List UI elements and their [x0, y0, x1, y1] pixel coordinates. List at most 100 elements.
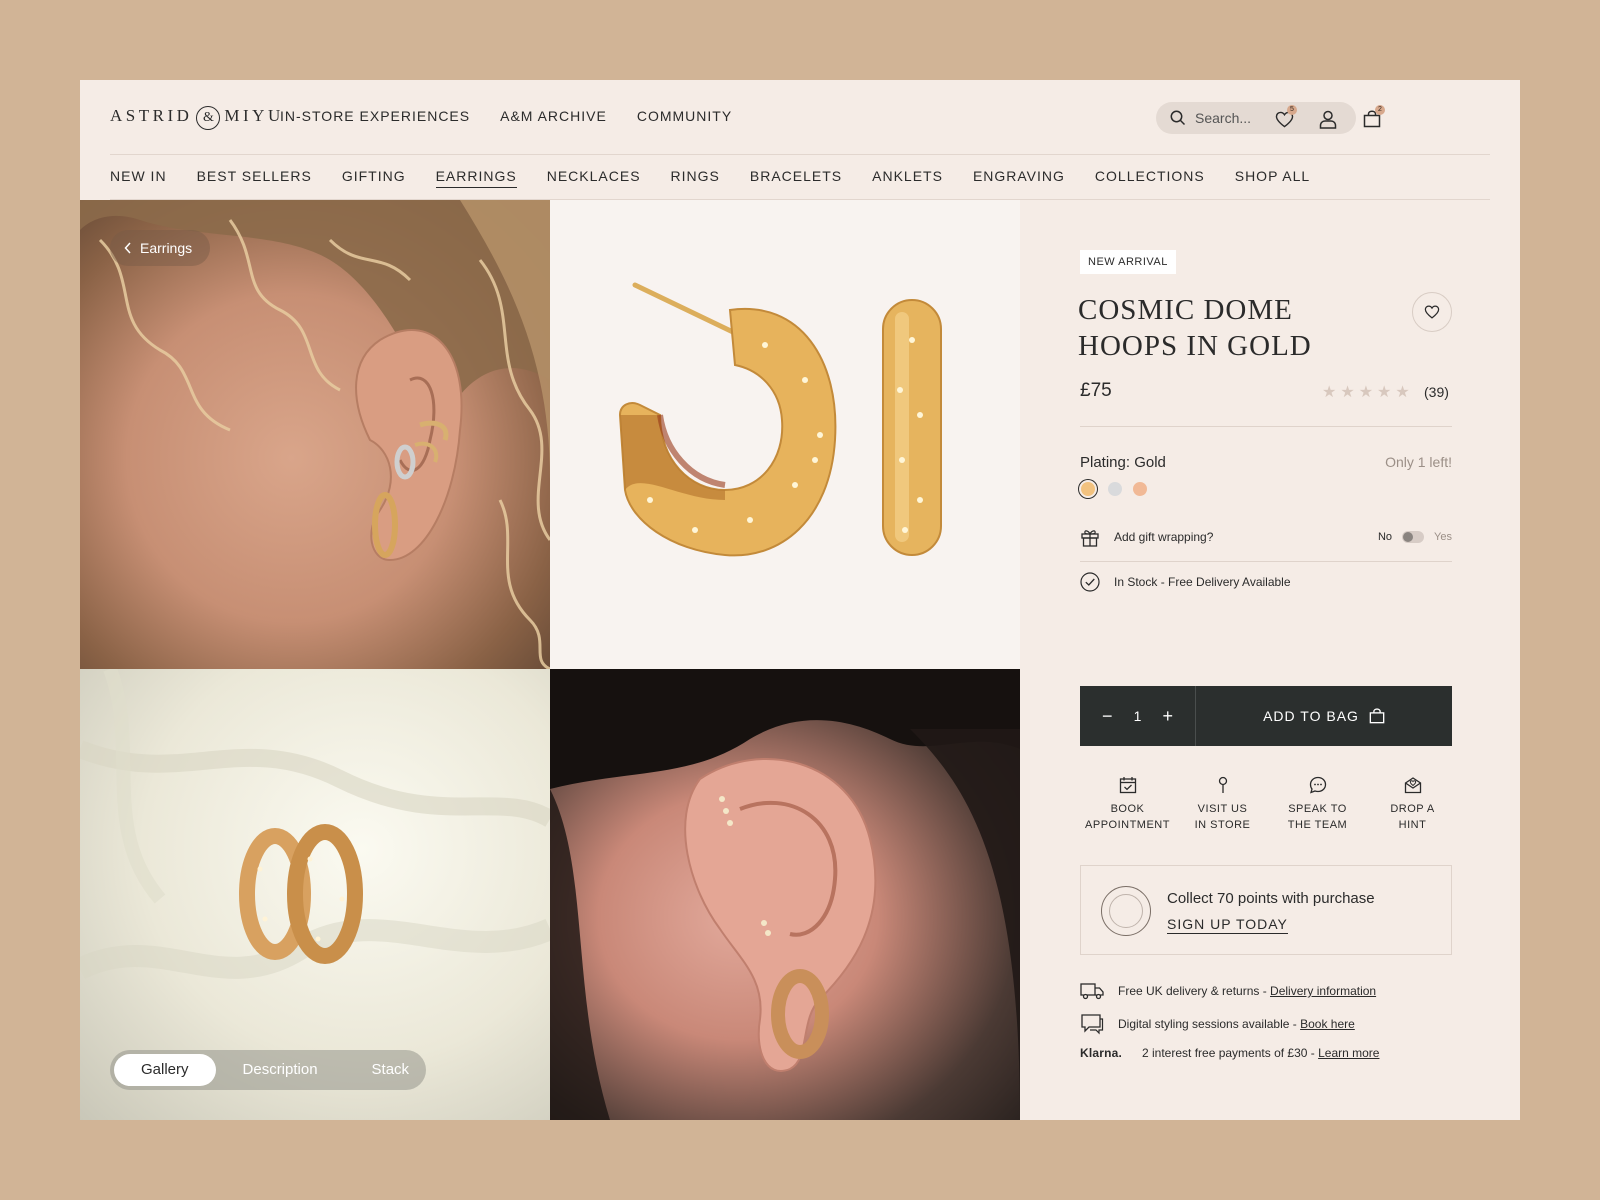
- quantity-stepper: − 1 +: [1080, 686, 1196, 746]
- logo-right: MIYU: [224, 106, 284, 125]
- add-to-wishlist-button[interactable]: [1412, 292, 1452, 332]
- swatch-rose-gold[interactable]: [1133, 482, 1147, 496]
- shopping-bag-icon: [1369, 708, 1385, 724]
- cat-rings[interactable]: RINGS: [671, 168, 720, 188]
- logo-left: ASTRID: [110, 106, 193, 125]
- top-nav-archive[interactable]: A&M ARCHIVE: [500, 108, 607, 124]
- location-pin-icon: [1218, 776, 1227, 793]
- chat-icon: [1309, 776, 1326, 794]
- truck-icon: [1080, 983, 1104, 1000]
- quantity-value: 1: [1133, 708, 1142, 724]
- cat-engraving[interactable]: ENGRAVING: [973, 168, 1065, 188]
- product-panel: NEW ARRIVAL COSMIC DOME HOOPS IN GOLD £7…: [1020, 200, 1520, 1120]
- page: ASTRID & MIYU IN-STORE EXPERIENCES A&M A…: [80, 80, 1520, 1120]
- price-divider: [1080, 426, 1452, 427]
- star-icon: ★: [1322, 384, 1337, 401]
- stock-status-text: In Stock - Free Delivery Available: [1114, 575, 1291, 589]
- add-to-bag-button[interactable]: ADD TO BAG: [1196, 686, 1452, 746]
- cat-bracelets[interactable]: BRACELETS: [750, 168, 842, 188]
- cat-shop-all[interactable]: SHOP ALL: [1235, 168, 1310, 188]
- cat-new-in[interactable]: NEW IN: [110, 168, 167, 188]
- tab-gallery[interactable]: Gallery: [114, 1054, 216, 1086]
- back-to-earrings-link[interactable]: Earrings: [110, 230, 211, 266]
- rating-stars[interactable]: ★ ★ ★ ★ ★: [1322, 382, 1410, 402]
- action-label-2: HINT: [1398, 819, 1427, 831]
- stock-status-row: In Stock - Free Delivery Available: [1080, 572, 1291, 592]
- cat-collections[interactable]: COLLECTIONS: [1095, 168, 1205, 188]
- learn-more-link[interactable]: Learn more: [1318, 1046, 1379, 1060]
- increase-quantity-button[interactable]: +: [1162, 707, 1173, 725]
- tab-stack[interactable]: Stack: [345, 1054, 437, 1086]
- wishlist-count-badge: 5: [1287, 105, 1297, 115]
- chat-bubbles-icon: [1081, 1014, 1104, 1035]
- account-button[interactable]: [1316, 107, 1340, 131]
- star-icon: ★: [1377, 384, 1392, 401]
- cat-necklaces[interactable]: NECKLACES: [547, 168, 641, 188]
- product-title: COSMIC DOME HOOPS IN GOLD: [1078, 294, 1312, 362]
- decrease-quantity-button[interactable]: −: [1102, 707, 1113, 725]
- logo-ampersand: &: [196, 106, 221, 130]
- action-label-2: THE TEAM: [1287, 819, 1348, 831]
- search-input[interactable]: [1195, 110, 1335, 126]
- cat-best-sellers[interactable]: BEST SELLERS: [197, 168, 312, 188]
- header-divider: [110, 154, 1490, 155]
- gift-wrap-row: Add gift wrapping? No Yes: [1080, 520, 1452, 554]
- drop-a-hint-button[interactable]: DROP A HINT: [1365, 775, 1460, 833]
- gallery-photo-product[interactable]: [550, 200, 1020, 669]
- gift-wrap-label: Add gift wrapping?: [1114, 530, 1214, 544]
- gallery-tabs: Gallery Description Stack: [110, 1050, 426, 1090]
- cat-gifting[interactable]: GIFTING: [342, 168, 406, 188]
- cat-earrings[interactable]: EARRINGS: [435, 168, 517, 188]
- swatch-silver[interactable]: [1108, 482, 1122, 496]
- delivery-info-link[interactable]: Delivery information: [1270, 984, 1376, 998]
- gift-wrap-no: No: [1377, 531, 1392, 543]
- delivery-info-text: Free UK delivery & returns -: [1118, 984, 1271, 998]
- envelope-heart-icon: [1404, 777, 1421, 794]
- new-arrival-badge: NEW ARRIVAL: [1080, 250, 1176, 274]
- brand-seal-logo: [1101, 886, 1151, 936]
- gift-wrap-yes: Yes: [1434, 531, 1452, 543]
- styling-info-row: Digital styling sessions available - Boo…: [1080, 1013, 1355, 1035]
- bag-count-badge: 2: [1375, 105, 1385, 115]
- tab-description[interactable]: Description: [216, 1054, 345, 1086]
- delivery-info-row: Free UK delivery & returns - Delivery in…: [1080, 982, 1376, 1000]
- gift-icon: [1081, 530, 1099, 547]
- action-label-2: IN STORE: [1194, 819, 1251, 831]
- plating-label: Plating: Gold: [1080, 454, 1166, 471]
- gallery-photo-model-curly-hair[interactable]: [80, 200, 550, 669]
- top-nav-in-store[interactable]: IN-STORE EXPERIENCES: [280, 108, 470, 124]
- star-icon: ★: [1395, 384, 1410, 401]
- sign-up-link[interactable]: SIGN UP TODAY: [1167, 916, 1288, 934]
- action-label-1: DROP A: [1390, 803, 1435, 815]
- book-appointment-button[interactable]: BOOK APPOINTMENT: [1080, 775, 1175, 833]
- product-price: £75: [1080, 380, 1112, 401]
- bag-button[interactable]: 2: [1360, 105, 1385, 131]
- action-label-1: SPEAK TO: [1288, 803, 1347, 815]
- service-actions: BOOK APPOINTMENT VISIT US IN STORE SPEAK…: [1080, 775, 1460, 833]
- brand-logo[interactable]: ASTRID & MIYU: [110, 100, 284, 132]
- back-link-label: Earrings: [140, 240, 193, 256]
- loyalty-points-text: Collect 70 points with purchase: [1167, 890, 1375, 907]
- speak-to-team-button[interactable]: SPEAK TO THE TEAM: [1270, 775, 1365, 833]
- cat-anklets[interactable]: ANKLETS: [872, 168, 943, 188]
- wishlist-button[interactable]: 5: [1272, 105, 1297, 131]
- swatch-gold[interactable]: [1081, 482, 1095, 496]
- add-to-bag-bar: − 1 + ADD TO BAG: [1080, 686, 1452, 746]
- check-circle-icon: [1080, 572, 1100, 592]
- gift-wrap-toggle[interactable]: [1402, 531, 1424, 543]
- top-nav-community[interactable]: COMMUNITY: [637, 108, 732, 124]
- gallery-photo-model-ear[interactable]: [550, 669, 1020, 1120]
- search-icon: [1170, 110, 1186, 126]
- action-label-2: APPOINTMENT: [1085, 819, 1170, 831]
- heart-icon: [1424, 305, 1440, 319]
- user-icon: [1319, 110, 1337, 129]
- action-label-1: BOOK: [1110, 803, 1145, 815]
- klarna-logo: Klarna.: [1080, 1046, 1123, 1060]
- star-icon: ★: [1358, 384, 1374, 401]
- book-here-link[interactable]: Book here: [1300, 1017, 1355, 1031]
- review-count[interactable]: (39): [1424, 384, 1449, 400]
- visit-store-button[interactable]: VISIT US IN STORE: [1175, 775, 1270, 833]
- loyalty-card: Collect 70 points with purchase SIGN UP …: [1080, 865, 1452, 955]
- chevron-left-icon: [124, 242, 131, 254]
- low-stock-note: Only 1 left!: [1385, 454, 1452, 470]
